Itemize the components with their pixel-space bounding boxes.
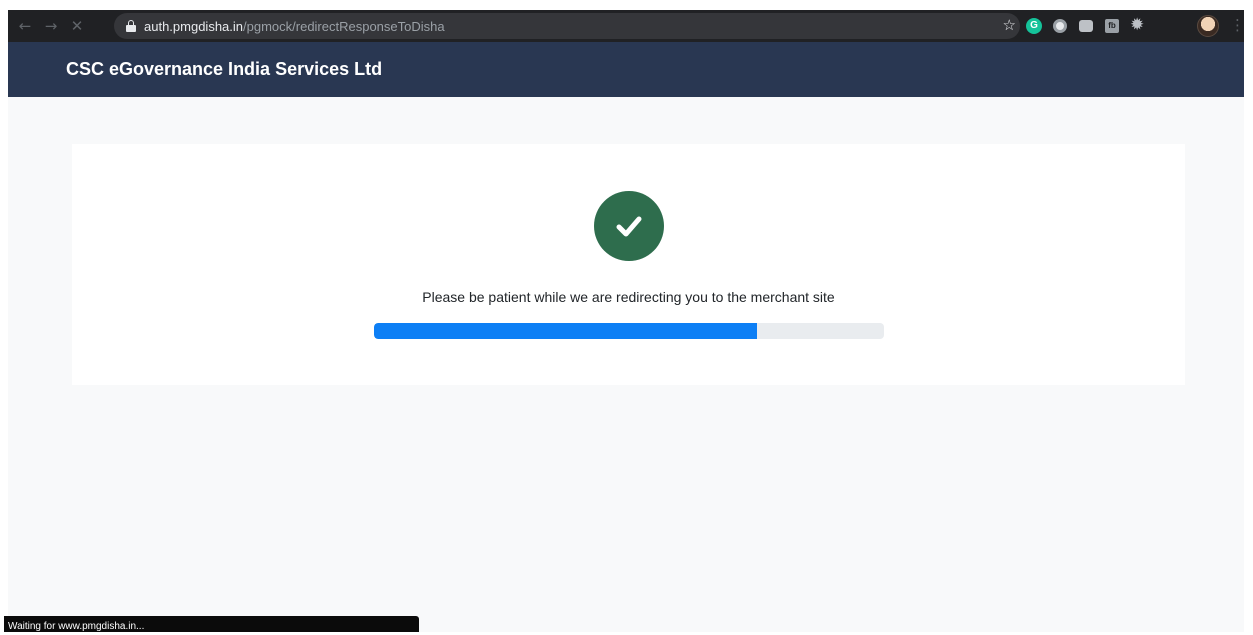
browser-window: ← → ✕ auth.pmgdisha.in/pgmock/redirectRe…: [0, 0, 1253, 632]
browser-toolbar: ← → ✕ auth.pmgdisha.in/pgmock/redirectRe…: [8, 10, 1245, 42]
site-header: CSC eGovernance India Services Ltd: [8, 42, 1244, 97]
grammarly-icon[interactable]: G: [1026, 18, 1042, 34]
redirect-card: Please be patient while we are redirecti…: [72, 144, 1185, 385]
status-text: Waiting for www.pmgdisha.in...: [8, 621, 145, 632]
url-text: auth.pmgdisha.in/pgmock/redirectResponse…: [144, 19, 445, 34]
profile-avatar[interactable]: [1197, 15, 1219, 37]
redirect-message: Please be patient while we are redirecti…: [422, 289, 835, 305]
page-content: Please be patient while we are redirecti…: [8, 97, 1244, 632]
address-bar[interactable]: auth.pmgdisha.in/pgmock/redirectResponse…: [114, 13, 1020, 39]
success-check-icon: [594, 191, 664, 261]
browser-menu-icon[interactable]: ⋮: [1230, 16, 1245, 34]
url-host: auth.pmgdisha.in: [144, 18, 244, 34]
bookmark-star-icon[interactable]: ☆: [1003, 16, 1016, 34]
progress-bar-fill: [374, 323, 757, 339]
redirect-progress: [374, 323, 884, 339]
fb-extension-icon[interactable]: fb: [1105, 19, 1119, 33]
browser-status-bar: Waiting for www.pmgdisha.in...: [4, 616, 419, 632]
stop-loading-icon[interactable]: ✕: [64, 13, 90, 39]
camera-extension-icon[interactable]: [1079, 20, 1093, 32]
forward-icon[interactable]: →: [38, 13, 64, 39]
url-path: /pgmock/redirectResponseToDisha: [243, 18, 445, 34]
brand-title: CSC eGovernance India Services Ltd: [66, 59, 383, 79]
circle-extension-icon[interactable]: [1053, 19, 1067, 33]
gear-extension-icon[interactable]: ✹: [1130, 15, 1146, 35]
lock-icon: [126, 20, 136, 32]
back-icon[interactable]: ←: [12, 13, 38, 39]
